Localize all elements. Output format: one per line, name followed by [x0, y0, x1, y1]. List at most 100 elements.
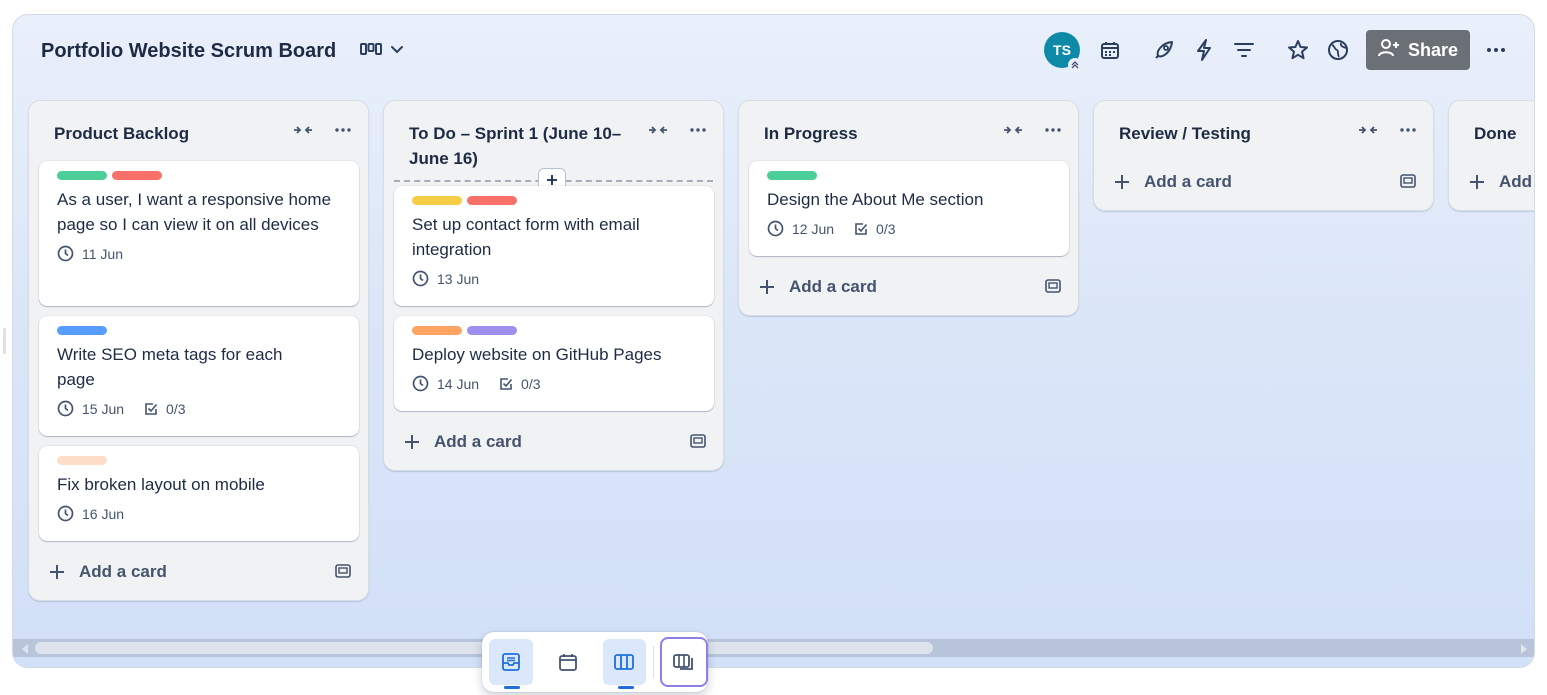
card[interactable]: Deploy website on GitHub Pages 14 Jun 0/…: [394, 316, 714, 411]
horizontal-scrollbar[interactable]: [13, 639, 1534, 657]
list-more-icon[interactable]: [332, 119, 354, 141]
card-title: Set up contact form with email integrati…: [412, 215, 640, 259]
view-switcher[interactable]: [360, 41, 404, 62]
checklist-badge: 0/3: [854, 221, 896, 237]
planner-view-button[interactable]: [546, 639, 590, 685]
board-title[interactable]: Portfolio Website Scrum Board: [41, 40, 336, 63]
card[interactable]: Set up contact form with email integrati…: [394, 186, 714, 306]
add-card-button[interactable]: Add: [1469, 167, 1534, 197]
card-label-green: [57, 171, 107, 180]
plus-icon: [49, 564, 71, 580]
card[interactable]: As a user, I want a responsive home page…: [39, 161, 359, 306]
checklist-badge: 0/3: [144, 400, 186, 417]
view-switcher-bar: [482, 632, 709, 692]
due-date: 15 Jun: [82, 400, 125, 417]
list-title[interactable]: Done: [1449, 101, 1534, 146]
scroll-left-icon[interactable]: [19, 642, 31, 654]
card-label-yellow: [412, 196, 462, 205]
due-date: 16 Jun: [82, 505, 125, 522]
list-title[interactable]: To Do – Sprint 1 (June 10–June 16): [384, 101, 634, 171]
list-to-do-sprint-1: To Do – Sprint 1 (June 10–June 16) Set u…: [383, 100, 724, 471]
card-label-orange-light: [57, 456, 107, 465]
rocket-icon[interactable]: [1144, 30, 1184, 70]
checklist-count: 0/3: [166, 400, 186, 417]
card-template-icon[interactable]: [1399, 172, 1417, 195]
inbox-view-button[interactable]: [489, 639, 533, 689]
filter-icon[interactable]: [1224, 30, 1264, 70]
due-date: 14 Jun: [437, 375, 480, 392]
chevron-down-icon: [390, 42, 404, 60]
due-date: 12 Jun: [792, 220, 835, 237]
board-view-icon: [360, 41, 383, 62]
clock-icon: [767, 220, 784, 237]
list-review-testing: Review / Testing Add a card: [1093, 100, 1434, 211]
add-card-button[interactable]: Add a card: [759, 272, 1062, 302]
add-card-label: Add a card: [434, 432, 522, 451]
card-title: Deploy website on GitHub Pages: [412, 345, 662, 364]
add-card-button[interactable]: Add a card: [49, 557, 352, 587]
lightning-icon[interactable]: [1184, 30, 1224, 70]
collapse-icon[interactable]: [647, 119, 669, 141]
due-date-badge: 15 Jun: [57, 400, 124, 417]
card-template-icon[interactable]: [1044, 277, 1062, 300]
card-template-icon[interactable]: [689, 432, 707, 455]
board-header: Portfolio Website Scrum Board TS Share: [13, 15, 1534, 87]
list-product-backlog: Product Backlog As a user, I want a resp…: [28, 100, 369, 601]
add-card-label: Add: [1499, 172, 1533, 191]
header-actions: TS Share: [1044, 30, 1516, 72]
due-date: 13 Jun: [437, 270, 480, 287]
checklist-icon: [145, 402, 158, 415]
plus-icon: [1114, 174, 1136, 190]
avatar-initials: TS: [1053, 42, 1071, 58]
clock-icon: [57, 245, 74, 262]
due-date-badge: 12 Jun: [767, 220, 834, 237]
list-in-progress: In Progress Design the About Me section …: [738, 100, 1079, 316]
avatar[interactable]: TS: [1044, 32, 1082, 72]
list-more-icon[interactable]: [1042, 119, 1064, 141]
more-icon[interactable]: [1476, 30, 1516, 70]
card-template-icon[interactable]: [334, 562, 352, 585]
card-label-red: [467, 196, 517, 205]
share-button[interactable]: Share: [1366, 30, 1470, 70]
due-date-badge: 13 Jun: [412, 270, 479, 287]
clock-icon: [412, 375, 429, 392]
due-date-badge: 11 Jun: [57, 245, 123, 262]
share-label: Share: [1407, 39, 1459, 60]
card[interactable]: Fix broken layout on mobile 16 Jun: [39, 446, 359, 541]
clock-icon: [57, 505, 74, 522]
list-more-icon[interactable]: [687, 119, 709, 141]
add-card-button[interactable]: Add a card: [404, 427, 707, 457]
collapse-icon[interactable]: [1002, 119, 1024, 141]
checklist-icon: [500, 377, 513, 390]
list-more-icon[interactable]: [1397, 119, 1419, 141]
board-canvas: Portfolio Website Scrum Board TS Share P…: [12, 14, 1535, 668]
globe-icon[interactable]: [1318, 30, 1358, 70]
switch-boards-icon: [673, 654, 694, 670]
checklist-icon: [855, 222, 868, 235]
board-view-button[interactable]: [602, 639, 647, 689]
list-done: Done Add: [1448, 100, 1534, 211]
card-label-purple: [467, 326, 517, 335]
clock-icon: [57, 400, 74, 417]
panel-resize-handle[interactable]: [3, 328, 6, 354]
switch-boards-button[interactable]: [660, 637, 709, 687]
card-title: Design the About Me section: [767, 190, 984, 209]
collapse-icon[interactable]: [292, 119, 314, 141]
board-icon: [614, 654, 635, 670]
card-label-green: [767, 171, 817, 180]
card-title: As a user, I want a responsive home page…: [57, 190, 332, 234]
calendar-icon[interactable]: [1090, 30, 1130, 70]
card-label-blue: [57, 326, 107, 335]
add-member-icon: [1377, 38, 1400, 63]
scroll-right-icon[interactable]: [1518, 642, 1530, 654]
calendar-icon: [558, 654, 577, 671]
card[interactable]: Write SEO meta tags for each page 15 Jun…: [39, 316, 359, 436]
card-label-red: [112, 171, 162, 180]
card[interactable]: Design the About Me section 12 Jun 0/3: [749, 161, 1069, 256]
star-icon[interactable]: [1278, 30, 1318, 70]
card-title: Write SEO meta tags for each page: [57, 345, 283, 389]
add-card-button[interactable]: Add a card: [1114, 167, 1417, 197]
checklist-count: 0/3: [521, 375, 541, 392]
add-card-label: Add a card: [789, 277, 877, 296]
collapse-icon[interactable]: [1357, 119, 1379, 141]
